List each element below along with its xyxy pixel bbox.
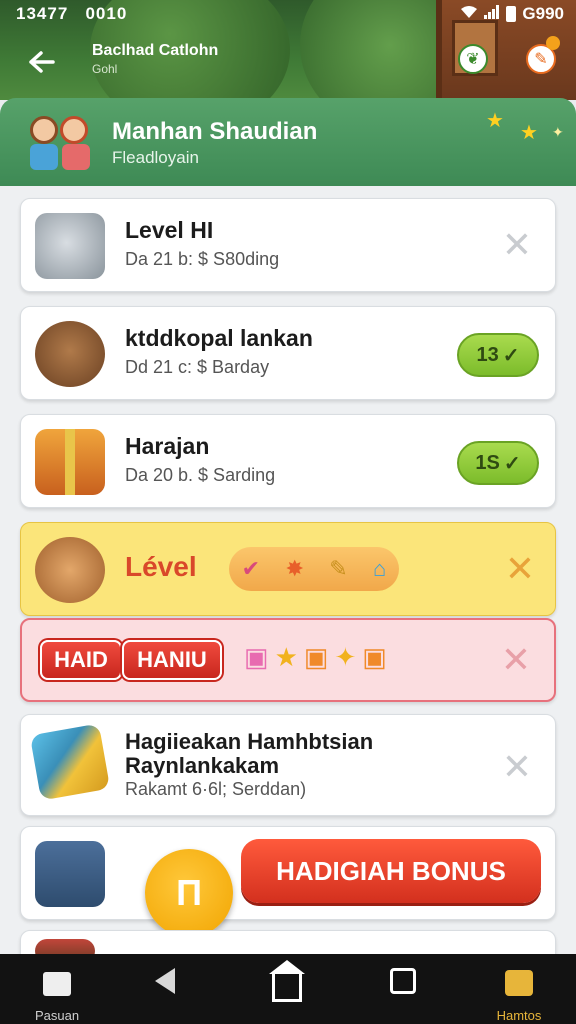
item-subtitle: Dd 21 c: $ Barday	[125, 357, 270, 377]
star-icon: ★	[486, 110, 504, 132]
app-header: 13477 0010 G990 Baclhad Catlohn Gohl ❦ ✎	[0, 0, 576, 100]
header-subtitle: Gohl	[92, 62, 118, 76]
promo-pill[interactable]: HAID	[40, 640, 122, 680]
house-icon: ⌂	[373, 556, 387, 581]
check-icon: ✔	[241, 556, 261, 581]
nav-back[interactable]	[120, 964, 210, 1020]
bottom-nav: Pasuan Hamtos	[0, 954, 576, 1024]
status-right-text: G990	[522, 4, 564, 23]
status-time: 13477	[16, 4, 69, 23]
check-icon: ✓	[503, 452, 521, 475]
pot-icon	[35, 213, 105, 279]
notification-badge	[546, 36, 560, 50]
check-icon: ✓	[502, 344, 520, 367]
home-outline-icon	[269, 960, 305, 1002]
gift-icon: ▣	[362, 642, 393, 672]
item-title: Harajan	[125, 433, 210, 459]
claim-button[interactable]: 13 ✓	[457, 333, 539, 377]
level-label: Lével	[125, 551, 197, 582]
star-icon: ✦	[552, 124, 564, 140]
nav-home[interactable]	[242, 960, 332, 1020]
puppy-icon	[35, 537, 105, 603]
pen-icon	[29, 723, 111, 801]
claim-button[interactable]: 1S ✓	[457, 441, 539, 485]
nav-label: Pasuan	[34, 1008, 80, 1023]
kids-avatar	[26, 110, 96, 174]
item-title: ktddkopal lankan	[125, 325, 313, 351]
signal-icon	[484, 4, 500, 24]
promo-card[interactable]: HAID HANIU ▣★▣✦▣ ✕	[20, 618, 556, 702]
item-subtitle: Da 21 b: $ S80ding	[125, 249, 280, 269]
battery-icon	[506, 6, 517, 22]
gift-icon: ▣	[244, 642, 275, 672]
item-title: Level HI	[125, 217, 214, 243]
promo-pill[interactable]: HANIU	[122, 640, 222, 680]
reward-strip: ✔ ✸ ✎ ⌂	[229, 547, 399, 591]
square-icon	[390, 968, 416, 994]
close-icon[interactable]: ✕	[499, 227, 535, 263]
list-item[interactable]: Level HI Da 21 b: $ S80ding ✕	[20, 198, 556, 292]
star-icon: ✸	[285, 556, 304, 581]
wand-icon: ✎	[329, 556, 348, 581]
leaf-icon[interactable]: ❦	[458, 44, 488, 74]
item-subtitle: Da 20 b. $ Sarding	[125, 465, 276, 485]
reward-icons: ▣★▣✦▣	[244, 642, 393, 673]
list-item[interactable]: Hagiieakan Hamhbtsian Raynlankakam Rakam…	[20, 714, 556, 816]
star-icon: ★	[274, 642, 304, 672]
task-list: Level HI Da 21 b: $ S80ding ✕ ktddkopal …	[0, 186, 576, 970]
back-arrow-icon[interactable]	[22, 42, 62, 82]
item-subtitle: Rakamt 6·6l; Serddan)	[125, 779, 307, 799]
nav-label: Hamtos	[496, 1008, 542, 1023]
bag-icon	[505, 970, 533, 996]
wifi-icon	[460, 4, 478, 24]
gift-icon: ▣	[303, 642, 335, 672]
nav-recents[interactable]	[358, 964, 448, 1020]
home-icon	[43, 972, 71, 996]
claim-count: 13	[476, 343, 499, 366]
list-item[interactable]: Harajan Da 20 b. $ Sarding 1S ✓	[20, 414, 556, 508]
star-icon: ✦	[334, 642, 363, 672]
banner-subtitle: Fleadloyain	[112, 148, 199, 167]
list-item[interactable]: ktddkopal lankan Dd 21 c: $ Barday 13 ✓	[20, 306, 556, 400]
calculator-icon	[35, 841, 105, 907]
header-title: Baclhad Catlohn	[92, 42, 219, 59]
bonus-button[interactable]: HADIGIAH BONUS	[241, 839, 541, 903]
status-carrier: 0010	[85, 4, 128, 23]
close-icon[interactable]: ✕	[498, 642, 534, 678]
item-title: Hagiieakan Hamhbtsian	[125, 729, 374, 754]
bonus-card: П HADIGIAH BONUS	[20, 826, 556, 937]
banner-title: Manhan Shaudian	[112, 118, 318, 145]
level-card[interactable]: Lével ✔ ✸ ✎ ⌂ ✕	[20, 522, 556, 616]
back-triangle-icon	[155, 968, 175, 994]
nav-item-home[interactable]: Pasuan	[12, 964, 102, 1023]
fab-button[interactable]: П	[145, 849, 233, 937]
claim-count: 1S	[475, 451, 500, 474]
dog-icon	[35, 321, 105, 387]
close-icon[interactable]: ✕	[499, 749, 535, 785]
star-icon: ★	[520, 122, 538, 144]
item-title-2: Raynlankakam	[125, 753, 280, 778]
gift-box-icon	[35, 429, 105, 495]
nav-item-bag[interactable]: Hamtos	[474, 964, 564, 1023]
close-icon[interactable]: ✕	[505, 551, 535, 587]
status-bar: 13477 0010 G990	[0, 4, 576, 26]
